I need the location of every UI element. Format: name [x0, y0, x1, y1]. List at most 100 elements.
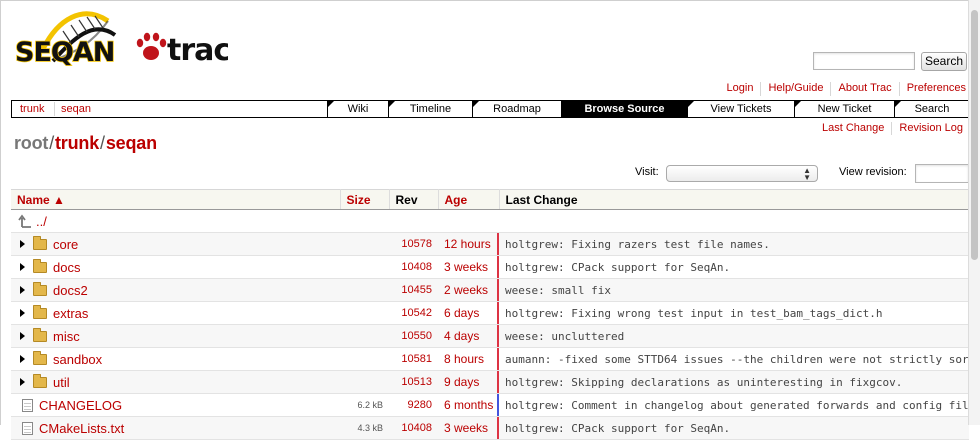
cell-age: 8 hours: [438, 347, 499, 371]
expand-arrow-icon[interactable]: [20, 285, 25, 294]
path-root-link[interactable]: root: [14, 133, 48, 153]
view-revision-label: View revision:: [839, 166, 907, 178]
window-top-border: [0, 0, 980, 1]
tab-wiki[interactable]: Wiki: [327, 101, 388, 117]
cell-age: 6 months: [438, 393, 499, 417]
cell-name: util: [11, 370, 340, 394]
ctx-link-seqan[interactable]: seqan: [54, 102, 97, 116]
rev-link[interactable]: 10542: [401, 307, 432, 319]
rev-link[interactable]: 10513: [401, 376, 432, 388]
search-input[interactable]: [813, 52, 915, 70]
cell-age: 3 weeks: [438, 416, 499, 440]
window-left-border: [0, 0, 1, 425]
cell-size: [340, 301, 389, 325]
cell-size: [340, 370, 389, 394]
about-trac-link[interactable]: About Trac: [830, 82, 898, 96]
entry-link[interactable]: extras: [53, 306, 88, 321]
expand-arrow-icon[interactable]: [20, 354, 25, 363]
tab-browse-source[interactable]: Browse Source: [561, 101, 687, 117]
file-row: CHANGELOG 6.2 kB 9280 6 months holtgrew: Com…: [11, 393, 969, 417]
up-arrow-icon: [18, 214, 31, 228]
expand-arrow-icon[interactable]: [20, 331, 25, 340]
search-button[interactable]: Search: [921, 52, 967, 71]
visit-label: Visit:: [635, 166, 659, 178]
path-seqan-link[interactable]: seqan: [106, 133, 157, 153]
scrollbar-thumb[interactable]: [971, 10, 978, 260]
expand-arrow-icon[interactable]: [20, 239, 25, 248]
entry-link[interactable]: core: [53, 237, 78, 252]
help-guide-link[interactable]: Help/Guide: [760, 82, 830, 96]
cell-size: 4.3 kB: [340, 416, 389, 440]
age-link[interactable]: 9 days: [444, 375, 479, 389]
last-change-link[interactable]: Last Change: [815, 122, 891, 135]
file-row: CMakeLists.txt 4.3 kB 10408 3 weeks holtgrew…: [11, 416, 969, 440]
path-trunk-link[interactable]: trunk: [55, 133, 99, 153]
svg-text:trac: trac: [167, 33, 228, 68]
expand-arrow-icon[interactable]: [20, 262, 25, 271]
age-link[interactable]: 8 hours: [444, 352, 484, 366]
directory-row: util 10513 9 days holtgrew: Skipping declar…: [11, 370, 969, 394]
tab-view-tickets[interactable]: View Tickets: [687, 101, 794, 117]
preferences-link[interactable]: Preferences: [898, 82, 966, 96]
rev-link[interactable]: 10550: [401, 330, 432, 342]
ctx-link-trunk[interactable]: trunk: [14, 102, 50, 116]
vertical-scrollbar[interactable]: [968, 0, 980, 425]
svg-text:SEQAN: SEQAN: [15, 37, 114, 68]
rev-link[interactable]: 10408: [401, 261, 432, 273]
expand-arrow-icon[interactable]: [20, 308, 25, 317]
seqan-trac-logo[interactable]: SEQAN trac: [13, 9, 231, 71]
cell-name: CMakeLists.txt: [11, 416, 340, 440]
cell-rev: 10455: [389, 278, 438, 302]
entry-link[interactable]: CHANGELOG: [39, 398, 122, 413]
age-link[interactable]: 6 months: [444, 398, 493, 412]
view-revision-input[interactable]: [915, 164, 969, 183]
cell-age: 2 weeks: [438, 278, 499, 302]
age-link[interactable]: 4 days: [444, 329, 479, 343]
tab-timeline[interactable]: Timeline: [388, 101, 472, 117]
directory-row: docs2 10455 2 weeks weese: small fix: [11, 278, 969, 302]
cell-name: docs: [11, 255, 340, 279]
entry-link[interactable]: sandbox: [53, 352, 102, 367]
entry-link[interactable]: docs: [53, 260, 80, 275]
col-header-name[interactable]: Name ▲: [11, 189, 341, 210]
col-header-age[interactable]: Age: [438, 189, 500, 210]
age-indicator-bar: [497, 279, 499, 301]
tab-search[interactable]: Search: [894, 101, 969, 117]
login-link[interactable]: Login: [720, 82, 761, 96]
rev-link[interactable]: 10581: [401, 353, 432, 365]
cell-last-change: weese: small fix: [499, 278, 969, 302]
age-link[interactable]: 2 weeks: [444, 283, 488, 297]
expand-arrow-icon[interactable]: [20, 377, 25, 386]
entry-link[interactable]: util: [53, 375, 70, 390]
rev-link[interactable]: 9280: [408, 399, 432, 411]
rev-link[interactable]: 10455: [401, 284, 432, 296]
path-separator: /: [100, 133, 105, 153]
seqan-trac-logo-graphic: SEQAN trac: [14, 11, 231, 69]
cell-size: [340, 278, 389, 302]
age-link[interactable]: 6 days: [444, 306, 479, 320]
age-indicator-bar: [497, 325, 499, 347]
rev-link[interactable]: 10408: [401, 422, 432, 434]
col-header-size[interactable]: Size: [340, 189, 390, 210]
entry-link[interactable]: misc: [53, 329, 80, 344]
cell-age: 4 days: [438, 324, 499, 348]
age-link[interactable]: 12 hours: [444, 237, 491, 251]
revision-log-link[interactable]: Revision Log: [891, 122, 963, 135]
cell-size: 6.2 kB: [340, 393, 389, 417]
age-link[interactable]: 3 weeks: [444, 421, 488, 435]
entry-link[interactable]: docs2: [53, 283, 88, 298]
tab-roadmap[interactable]: Roadmap: [472, 101, 561, 117]
age-link[interactable]: 3 weeks: [444, 260, 488, 274]
cell-rev: 10542: [389, 301, 438, 325]
col-header-rev: Rev: [389, 189, 439, 210]
tab-new-ticket[interactable]: New Ticket: [794, 101, 894, 117]
cell-age: 12 hours: [438, 232, 499, 256]
entry-link[interactable]: CMakeLists.txt: [39, 421, 124, 436]
age-indicator-bar: [497, 417, 499, 439]
rev-link[interactable]: 10578: [401, 238, 432, 250]
cell-rev: 10578: [389, 232, 438, 256]
visit-select[interactable]: ▲ ▼: [666, 165, 818, 182]
cell-rev: 10550: [389, 324, 438, 348]
cell-age: 6 days: [438, 301, 499, 325]
parent-dir-link[interactable]: ../: [36, 214, 47, 229]
